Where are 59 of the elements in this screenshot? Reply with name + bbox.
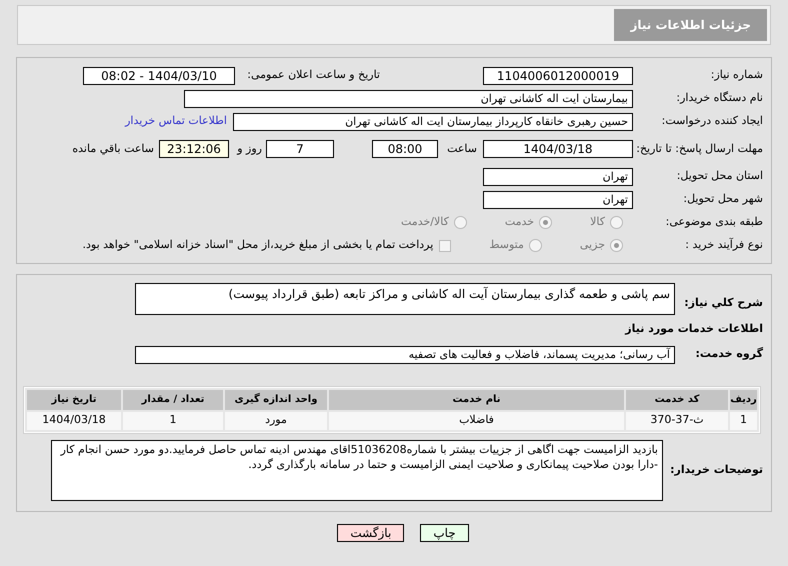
radio-button[interactable] [610,239,623,252]
radio-label: جزیی [580,237,605,254]
field-label: توضیحات خریدار: [669,462,763,478]
table-cell: 1 [123,412,223,430]
field-label: نام دستگاه خریدار: [675,90,763,106]
text-field[interactable]: بیمارستان ایت اله کاشانی تهران [184,90,633,108]
table-cell: 1404/03/18 [27,412,121,430]
text-field[interactable]: آب رسانی؛ مدیریت پسماند، فاضلاب و فعالیت های تصفیه [135,346,675,364]
table-cell: فاضلاب [329,412,624,430]
page-title: جزئیات اطلاعات نیاز [614,9,767,41]
field-label: ساعت [446,140,477,157]
summary-text: سم پاشی و طعمه گذاری بیمارستان آیت اله کاشانی و مراکز تابعه (طبق قرارداد پیوست) [228,287,670,301]
field-label: ساعت باقي مانده [72,140,154,157]
text-field[interactable]: 1104006012000019 [483,66,633,84]
countdown-field: 23:12:06 [159,140,229,158]
field-label: ایجاد کننده درخواست: [660,113,763,130]
field-label: مهلت ارسال پاسخ: تا تاریخ: [635,142,763,156]
column-header: کد خدمت [626,390,728,410]
radio-label: متوسط [489,237,524,254]
notes-text: بازدید الزامیست جهت اگاهی از جزییات بیشتر با شماره51036208اقای مهندس ادینه تماس حاصل فرمایید.دو مورد حسن انجام کار -دارا بودن صلاحیت پیمانکاری و صلاحیت ایمنی الزامیست و حتما در سامانه بارگذاری گردد. [60,442,658,470]
notes-textarea[interactable]: بازدید الزامیست جهت اگاهی از جزییات بیشتر با شماره51036208اقای مهندس ادینه تماس حاصل فرمایید.دو مورد حسن انجام کار -دارا بودن صلاحیت پیمانکاری و صلاحیت ایمنی الزامیست و حتما در سامانه بارگذاری گردد. [51,440,663,500]
radio-label: خدمت [504,214,534,230]
radio-button[interactable] [454,216,467,229]
text-field[interactable]: 08:00 [372,140,438,158]
back-button[interactable]: بازگشت [337,524,404,542]
checkbox[interactable] [439,240,452,252]
radio-button[interactable] [528,239,542,252]
field-label: گروه خدمت: [694,346,763,362]
print-button[interactable]: چاپ [420,524,469,542]
field-label: تاریخ و ساعت اعلان عمومی: [246,67,380,84]
field-label: استان محل تحویل: [676,168,763,184]
field-label: شرح کلي نياز: [683,295,763,311]
section-heading: اطلاعات خدمات مورد نیاز [625,322,763,335]
field-label: شهر محل تحویل: [682,191,763,208]
column-header: تاریخ نیاز [27,390,121,410]
text-field[interactable]: 7 [266,140,334,158]
field-label: روز و [236,140,262,157]
summary-textarea[interactable]: سم پاشی و طعمه گذاری بیمارستان آیت اله کاشانی و مراکز تابعه (طبق قرارداد پیوست) [135,283,675,315]
checkbox-label: پرداخت تمام یا بخشی از مبلغ خرید،از محل "اسناد خزانه اسلامی" خواهد بود. [82,237,434,254]
text-field[interactable]: تهران [483,168,633,186]
field-label: شماره نیاز: [710,67,763,84]
table-cell: ث-37-370 [626,412,728,430]
text-field[interactable]: 1404/03/18 [483,140,633,158]
table-cell: مورد [225,412,327,430]
text-field[interactable]: 1404/03/10 - 08:02 [83,66,235,84]
contact-link[interactable]: اطلاعات تماس خریدار [125,113,227,130]
text-field[interactable]: حسین رهبری خانقاه کارپرداز بیمارستان ایت اله کاشانی تهران [233,112,633,130]
radio-button[interactable] [610,216,623,229]
table-cell: 1 [730,412,757,430]
column-header: نام خدمت [329,390,624,410]
radio-label: کالا/خدمت [401,214,449,230]
column-header: تعداد / مقدار [123,390,223,410]
text-field[interactable]: تهران [483,190,633,208]
field-label: نوع فرآیند خرید : [684,237,763,254]
radio-button[interactable] [539,216,552,229]
radio-label: کالا [590,214,605,230]
column-header: ردیف [730,390,757,410]
field-label: طبقه بندی موضوعی: [664,214,763,230]
column-header: واحد اندازه گیری [225,390,327,410]
